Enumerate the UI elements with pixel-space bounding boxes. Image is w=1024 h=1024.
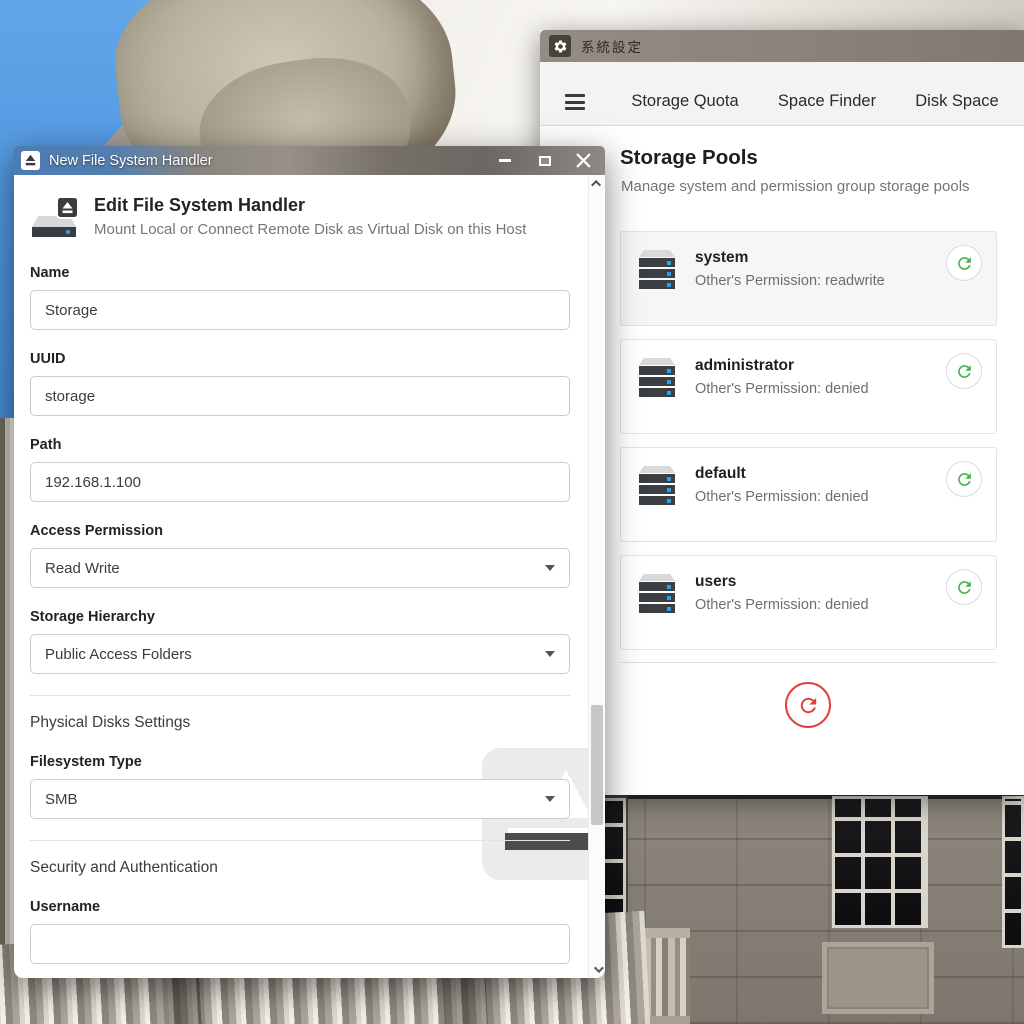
screen: 系統設定 Storage Quota Space Finder Disk Spa…	[0, 0, 1024, 1024]
pool-name: default	[695, 465, 746, 483]
dialog-body: Edit File System Handler Mount Local or …	[14, 175, 605, 978]
access-permission-label: Access Permission	[30, 523, 570, 540]
pool-permission: Other's Permission: denied	[695, 597, 869, 613]
refresh-icon	[955, 254, 974, 273]
server-stack-icon	[635, 570, 679, 618]
pool-refresh-button[interactable]	[946, 353, 982, 389]
path-input[interactable]	[30, 462, 570, 502]
filesystem-type-select[interactable]: SMB	[30, 779, 570, 819]
page-title: Storage Pools	[620, 146, 758, 170]
field-storage-hierarchy: Storage Hierarchy Public Access Folders	[30, 609, 570, 674]
refresh-icon	[797, 694, 820, 717]
menu-button[interactable]	[565, 94, 585, 110]
field-username: Username	[30, 899, 570, 964]
username-input[interactable]	[30, 924, 570, 964]
section-divider	[30, 840, 570, 841]
server-stack-icon	[635, 354, 679, 402]
filesystem-type-value: SMB	[45, 791, 78, 808]
pool-card-administrator[interactable]: administrator Other's Permission: denied	[620, 339, 997, 434]
settings-titlebar[interactable]: 系統設定	[540, 30, 1024, 62]
chevron-down-icon	[545, 651, 555, 657]
building-window	[1002, 796, 1024, 948]
maximize-icon	[539, 156, 551, 166]
filesystem-type-label: Filesystem Type	[30, 754, 570, 771]
building-window	[832, 796, 928, 928]
pool-card-default[interactable]: default Other's Permission: denied	[620, 447, 997, 542]
dialog-titlebar[interactable]: New File System Handler	[14, 146, 605, 175]
storage-hierarchy-value: Public Access Folders	[45, 646, 192, 663]
field-filesystem-type: Filesystem Type SMB	[30, 754, 570, 819]
close-icon	[576, 153, 591, 168]
uuid-input[interactable]	[30, 376, 570, 416]
chevron-up-icon	[591, 180, 601, 190]
pool-name: users	[695, 573, 736, 591]
name-label: Name	[30, 265, 570, 282]
pool-permission: Other's Permission: readwrite	[695, 273, 885, 289]
storage-hierarchy-label: Storage Hierarchy	[30, 609, 570, 626]
maximize-button[interactable]	[525, 146, 565, 175]
minimize-button[interactable]	[485, 146, 525, 175]
server-stack-icon	[635, 246, 679, 294]
scroll-down-button[interactable]	[589, 961, 605, 978]
section-divider	[30, 695, 570, 696]
tab-storage-quota[interactable]: Storage Quota	[625, 92, 745, 111]
server-stack-icon	[635, 462, 679, 510]
relief-panel	[822, 942, 934, 1014]
scroll-up-button[interactable]	[589, 175, 605, 192]
username-label: Username	[30, 899, 570, 916]
dialog-header-subtitle: Mount Local or Connect Remote Disk as Vi…	[94, 221, 526, 238]
tab-disk-space[interactable]: Disk Space	[897, 92, 1017, 111]
path-label: Path	[30, 437, 570, 454]
access-permission-value: Read Write	[45, 560, 120, 577]
tab-space-finder[interactable]: Space Finder	[767, 92, 887, 111]
pool-refresh-button[interactable]	[946, 461, 982, 497]
page-subtitle: Manage system and permission group stora…	[621, 178, 970, 195]
refresh-icon	[955, 362, 974, 381]
settings-toolbar: Storage Quota Space Finder Disk Space	[540, 62, 1024, 126]
pool-name: administrator	[695, 357, 794, 375]
refresh-icon	[955, 470, 974, 489]
settings-window-title: 系統設定	[581, 36, 643, 56]
field-path: Path	[30, 437, 570, 502]
refresh-icon	[955, 578, 974, 597]
field-uuid: UUID	[30, 351, 570, 416]
pool-card-system[interactable]: system Other's Permission: readwrite	[620, 231, 997, 326]
chevron-down-icon	[545, 796, 555, 802]
settings-window: 系統設定 Storage Quota Space Finder Disk Spa…	[540, 30, 1024, 795]
chevron-down-icon	[545, 565, 555, 571]
dialog-window: New File System Handler Edit File Sy	[14, 146, 605, 978]
pool-permission: Other's Permission: denied	[695, 489, 869, 505]
hard-disk-eject-icon	[30, 195, 80, 241]
gear-icon	[549, 35, 571, 57]
close-button[interactable]	[563, 146, 603, 175]
scrollbar-track[interactable]	[588, 175, 605, 978]
field-name: Name	[30, 265, 570, 330]
settings-content: Storage Pools Manage system and permissi…	[540, 126, 1024, 795]
chevron-down-icon	[593, 963, 603, 973]
security-heading: Security and Authentication	[30, 859, 570, 877]
physical-disks-heading: Physical Disks Settings	[30, 714, 570, 732]
dialog-header-title: Edit File System Handler	[94, 195, 526, 216]
content-divider	[620, 662, 997, 663]
dialog-title: New File System Handler	[49, 153, 213, 169]
name-input[interactable]	[30, 290, 570, 330]
pool-permission: Other's Permission: denied	[695, 381, 869, 397]
eject-disk-icon	[21, 151, 40, 170]
pool-card-users[interactable]: users Other's Permission: denied	[620, 555, 997, 650]
dialog-header: Edit File System Handler Mount Local or …	[30, 195, 570, 241]
minimize-icon	[499, 159, 511, 162]
pool-refresh-button[interactable]	[946, 245, 982, 281]
scrollbar-thumb[interactable]	[591, 705, 603, 825]
storage-hierarchy-select[interactable]: Public Access Folders	[30, 634, 570, 674]
access-permission-select[interactable]: Read Write	[30, 548, 570, 588]
uuid-label: UUID	[30, 351, 570, 368]
reload-all-button[interactable]	[785, 682, 831, 728]
field-access-permission: Access Permission Read Write	[30, 523, 570, 588]
pool-name: system	[695, 249, 748, 267]
pool-refresh-button[interactable]	[946, 569, 982, 605]
